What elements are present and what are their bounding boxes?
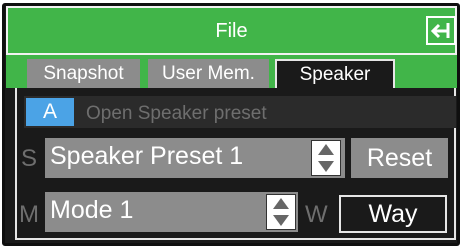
mode-stepper[interactable] [266, 194, 296, 230]
speaker-letter: S [21, 145, 38, 172]
up-down-arrows-icon [273, 198, 289, 226]
up-down-arrows-icon [318, 144, 334, 172]
back-arrow-icon [430, 23, 450, 39]
speaker-preset-select[interactable]: Speaker Preset 1 [45, 138, 345, 178]
way-letter: W [305, 201, 328, 228]
open-preset-label: Open Speaker preset [86, 103, 267, 124]
speaker-preset-stepper[interactable] [311, 140, 341, 176]
way-button[interactable]: Way [339, 195, 447, 233]
tab-snapshot[interactable]: Snapshot [27, 59, 140, 88]
title-bar: File [6, 6, 457, 55]
reset-button[interactable]: Reset [351, 138, 448, 178]
page-title: File [215, 20, 248, 42]
tab-strip: Snapshot User Mem. Speaker [6, 55, 457, 88]
tab-label: User Mem. [162, 63, 255, 84]
tab-user-mem[interactable]: User Mem. [148, 59, 269, 88]
preset-badge[interactable]: A [26, 98, 74, 126]
mode-letter: M [19, 201, 39, 228]
back-button[interactable] [426, 16, 456, 45]
tab-label: Snapshot [43, 63, 124, 84]
speaker-preset-value: Speaker Preset 1 [50, 142, 244, 170]
mode-value: Mode 1 [50, 196, 134, 224]
tab-speaker[interactable]: Speaker [275, 59, 395, 88]
tab-label: Speaker [299, 64, 371, 85]
mode-select[interactable]: Mode 1 [45, 192, 298, 232]
